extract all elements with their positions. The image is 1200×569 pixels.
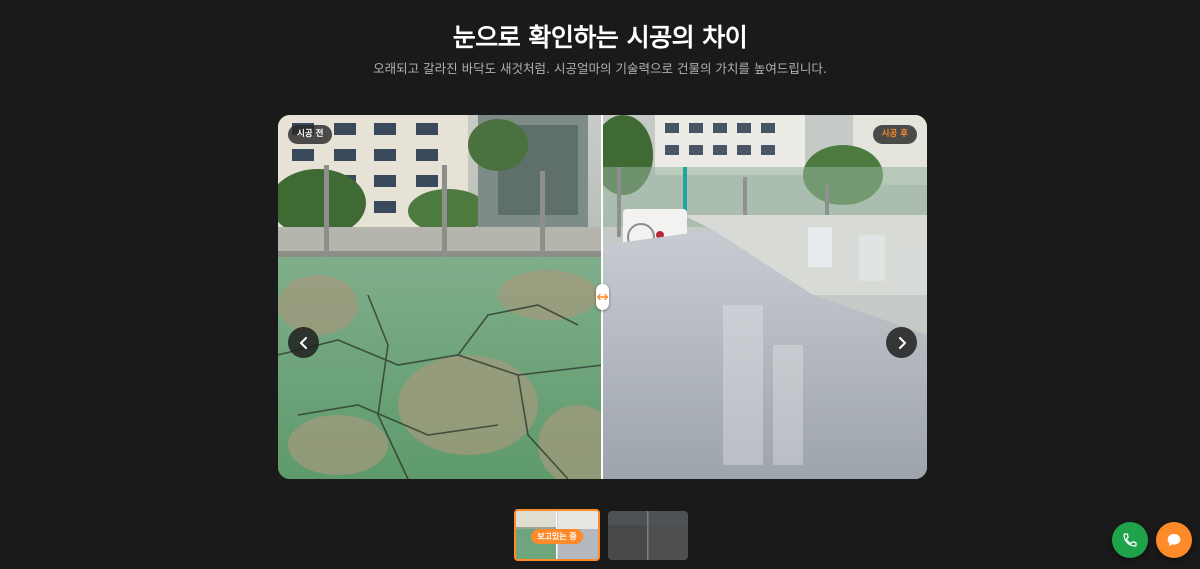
before-after-slider[interactable]: 시공 전 시공 후 <box>278 115 927 479</box>
next-slide-button[interactable] <box>886 327 917 358</box>
chat-button[interactable] <box>1156 522 1192 558</box>
thumbnail-viewing-label: 보고있는 중 <box>531 529 583 544</box>
after-badge: 시공 후 <box>872 125 917 144</box>
chevron-left-icon <box>299 336 307 349</box>
section-subtitle: 오래되고 갈라진 바닥도 새것처럼. 시공얼마의 기술력으로 건물의 가치를 높… <box>373 61 827 76</box>
section-title: 눈으로 확인하는 시공의 차이 <box>452 23 748 52</box>
thumbnail-1[interactable]: 보고있는 중 <box>514 509 600 561</box>
chat-bubble-icon <box>1167 534 1181 546</box>
drag-arrows-icon[interactable] <box>596 284 609 310</box>
prev-slide-button[interactable] <box>288 327 319 358</box>
after-image <box>603 115 927 479</box>
phone-icon <box>1123 533 1137 547</box>
call-button[interactable] <box>1112 522 1148 558</box>
chevron-right-icon <box>898 336 906 349</box>
before-image <box>278 115 603 479</box>
thumbnail-2[interactable] <box>608 511 688 560</box>
before-badge: 시공 전 <box>288 125 333 144</box>
